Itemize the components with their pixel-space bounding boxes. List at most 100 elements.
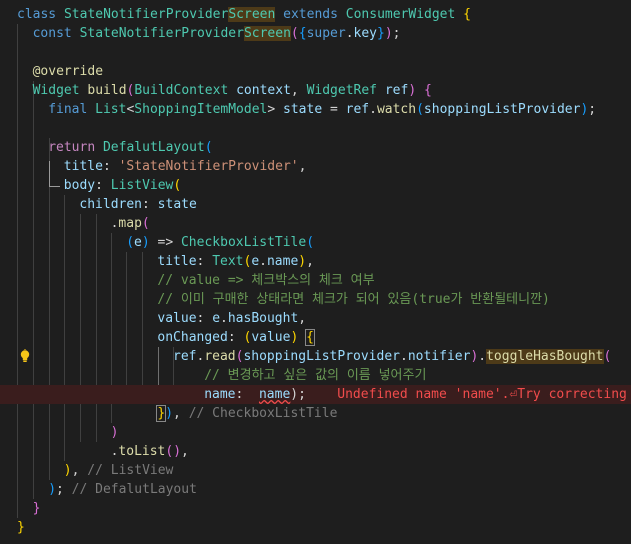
code-token: extends [283, 7, 346, 22]
code-line[interactable]: }), // CheckboxListTile [0, 404, 631, 423]
code-token: . [369, 102, 377, 117]
code-line[interactable]: .toList(), [0, 442, 631, 461]
code-token: , [298, 159, 307, 174]
code-token: shoppingListProvider [423, 102, 581, 117]
code-token: watch [376, 102, 417, 117]
code-token: value [157, 311, 197, 326]
lightbulb-icon[interactable] [18, 349, 32, 363]
code-line[interactable]: ) [0, 423, 631, 442]
code-token: Screen [243, 26, 291, 41]
code-token: : [227, 330, 244, 345]
code-token: } [377, 26, 385, 41]
code-token: read [204, 349, 236, 364]
code-line[interactable]: children: state [0, 195, 631, 214]
code-line[interactable]: onChanged: (value) { [0, 328, 631, 347]
code-token: title [63, 159, 103, 174]
code-token: : [196, 311, 213, 326]
error-message: Try correcting the name [517, 387, 627, 402]
code-token: shoppingListProvider [243, 349, 400, 364]
code-token: notifier [407, 349, 471, 364]
code-token: ); [290, 387, 306, 402]
code-token: Text [212, 254, 244, 269]
code-token: toList [118, 444, 166, 459]
code-line[interactable]: return DefalutLayout( [0, 138, 631, 157]
code-line[interactable]: const StateNotifierProviderScreen({super… [0, 24, 631, 43]
code-token: ; [392, 26, 401, 41]
code-token: return [48, 140, 103, 155]
code-token: ) [298, 254, 307, 269]
code-token: : [235, 387, 259, 402]
code-token: CheckboxListTile [180, 235, 307, 250]
code-token: BuildContext [134, 83, 237, 98]
code-line[interactable]: ), // ListView [0, 461, 631, 480]
code-line[interactable]: ref.read(shoppingListProvider.notifier).… [0, 347, 631, 366]
code-line[interactable]: Widget build(BuildContext context, Widge… [0, 81, 631, 100]
code-line-error[interactable]: name: name); Undefined name 'name'.⏎Try … [0, 385, 631, 404]
code-token: map [118, 216, 142, 231]
code-token: const [32, 26, 80, 41]
code-line[interactable]: } [0, 518, 631, 537]
code-token: , [298, 311, 307, 326]
code-token: onChanged [157, 330, 228, 345]
code-token: ) [110, 425, 119, 440]
code-token: ( [306, 235, 315, 250]
code-token: ( [290, 26, 299, 41]
code-token: hasBought [227, 311, 299, 326]
code-token: . [400, 349, 408, 364]
code-line[interactable]: @override [0, 62, 631, 81]
code-token: , [306, 254, 314, 269]
code-token: ) [141, 235, 150, 250]
code-token: @override [32, 64, 104, 79]
code-token: , [290, 83, 307, 98]
code-line[interactable]: class StateNotifierProviderScreen extend… [0, 5, 631, 24]
code-token: . [259, 254, 267, 269]
code-line[interactable] [0, 119, 631, 138]
code-line[interactable]: body: ListView( [0, 176, 631, 195]
code-token: name [204, 387, 236, 402]
code-token: : [196, 254, 213, 269]
code-line[interactable]: // value => 체크박스의 체크 여부 [0, 271, 631, 290]
code-line[interactable] [0, 43, 631, 62]
code-token: { [305, 329, 315, 346]
code-token: , [181, 444, 189, 459]
code-token: > [267, 102, 284, 117]
code-token: e [251, 254, 260, 269]
code-line[interactable]: // 변경하고 싶은 값의 이름 넣어주기 [0, 366, 631, 385]
code-token: => [149, 235, 181, 250]
code-token: ( [603, 349, 612, 364]
code-line[interactable]: } [0, 499, 631, 518]
code-line[interactable]: final List<ShoppingItemModel> state = re… [0, 100, 631, 119]
code-line[interactable]: title: 'StateNotifierProvider', [0, 157, 631, 176]
code-token: List [95, 102, 127, 117]
code-token: { [423, 83, 432, 98]
code-token: . [345, 26, 354, 41]
code-token: Screen [228, 7, 276, 22]
code-token: ( [173, 178, 182, 193]
code-editor[interactable]: class StateNotifierProviderScreen extend… [0, 0, 631, 544]
code-token: body [63, 178, 96, 193]
code-token: final [48, 102, 96, 117]
code-line[interactable]: title: Text(e.name), [0, 252, 631, 271]
code-line[interactable]: value: e.hasBought, [0, 309, 631, 328]
code-token: name [266, 254, 299, 269]
code-token: e [134, 235, 142, 250]
code-line[interactable]: ); // DefalutLayout [0, 480, 631, 499]
code-line[interactable]: // 이미 구매한 상태라면 체크가 되어 있음(true가 반환될테니깐) [0, 290, 631, 309]
code-token: ) [165, 406, 174, 421]
code-token: 'StateNotifierProvider' [118, 159, 299, 174]
code-token: StateNotifierProvider [63, 7, 229, 22]
code-token: // value => 체크박스의 체크 여부 [157, 273, 375, 288]
code-line[interactable]: (e) => CheckboxListTile( [0, 233, 631, 252]
code-token: . [220, 311, 228, 326]
code-token: value [251, 330, 291, 345]
code-token: build [87, 83, 127, 98]
code-token: e [212, 311, 221, 326]
code-token: ( [416, 102, 424, 117]
code-token: } [17, 520, 25, 535]
code-line[interactable]: .map( [0, 214, 631, 233]
code-token: key [353, 26, 378, 41]
code-token: state [283, 102, 323, 117]
